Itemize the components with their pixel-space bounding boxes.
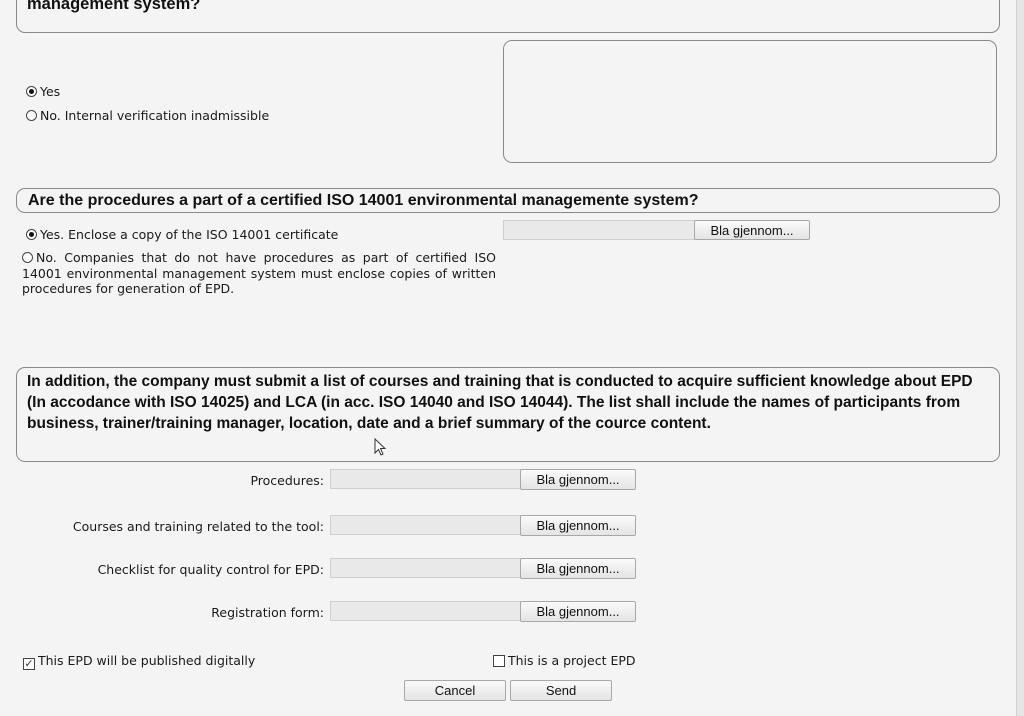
radio-selected-icon	[26, 229, 37, 240]
radio-label: No. Internal verification inadmissible	[40, 108, 270, 123]
radio-label: No. Companies that do not have procedure…	[22, 250, 496, 296]
upload-label-procedures: Procedures:	[250, 473, 324, 488]
question-title-2: Are the procedures a part of a certified…	[28, 192, 699, 209]
upload-field-registration[interactable]	[330, 601, 521, 621]
upload-label-courses: Courses and training related to the tool…	[72, 519, 324, 534]
question-title-1: management system?	[27, 0, 201, 13]
question-box-1: management system?	[16, 0, 1000, 33]
upload-field-checklist[interactable]	[330, 558, 521, 578]
info-box: In addition, the company must submit a l…	[16, 367, 1000, 462]
checkbox-label: This EPD will be published digitally	[38, 653, 256, 668]
upload-field-procedures[interactable]	[330, 469, 521, 489]
scrollbar-edge[interactable]	[1016, 0, 1024, 716]
radio-no-1[interactable]: No. Internal verification inadmissible	[26, 108, 269, 123]
radio-label: Yes. Enclose a copy of the ISO 14001 cer…	[40, 227, 339, 242]
comment-textarea[interactable]	[503, 40, 997, 163]
iso-certificate-file-field[interactable]	[503, 220, 695, 240]
radio-unselected-icon	[22, 252, 33, 263]
cancel-button[interactable]: Cancel	[404, 680, 506, 701]
question-box-2: Are the procedures a part of a certified…	[16, 188, 1000, 213]
radio-selected-icon	[26, 86, 37, 97]
radio-label: Yes	[40, 84, 61, 99]
checkbox-unchecked-icon	[493, 655, 505, 667]
info-text: In addition, the company must submit a l…	[27, 373, 973, 432]
browse-button-courses[interactable]: Bla gjennom...	[520, 515, 636, 536]
published-digitally-checkbox[interactable]: ✓ This EPD will be published digitally	[23, 653, 255, 670]
radio-yes-1[interactable]: Yes	[26, 84, 60, 99]
upload-field-courses[interactable]	[330, 515, 521, 535]
browse-button-procedures[interactable]: Bla gjennom...	[520, 469, 636, 490]
checkbox-checked-icon: ✓	[23, 657, 35, 670]
send-button[interactable]: Send	[510, 680, 612, 701]
iso-certificate-browse-button[interactable]: Bla gjennom...	[694, 220, 810, 240]
checkbox-label: This is a project EPD	[508, 653, 636, 668]
browse-button-checklist[interactable]: Bla gjennom...	[520, 558, 636, 579]
project-epd-checkbox[interactable]: This is a project EPD	[493, 653, 636, 668]
upload-label-checklist: Checklist for quality control for EPD:	[97, 562, 324, 577]
radio-unselected-icon	[26, 110, 37, 121]
radio-yes-2[interactable]: Yes. Enclose a copy of the ISO 14001 cer…	[26, 227, 338, 242]
upload-label-registration: Registration form:	[211, 605, 324, 620]
browse-button-registration[interactable]: Bla gjennom...	[520, 601, 636, 622]
radio-no-2[interactable]: No. Companies that do not have procedure…	[22, 250, 496, 297]
mouse-cursor-icon	[374, 438, 387, 456]
